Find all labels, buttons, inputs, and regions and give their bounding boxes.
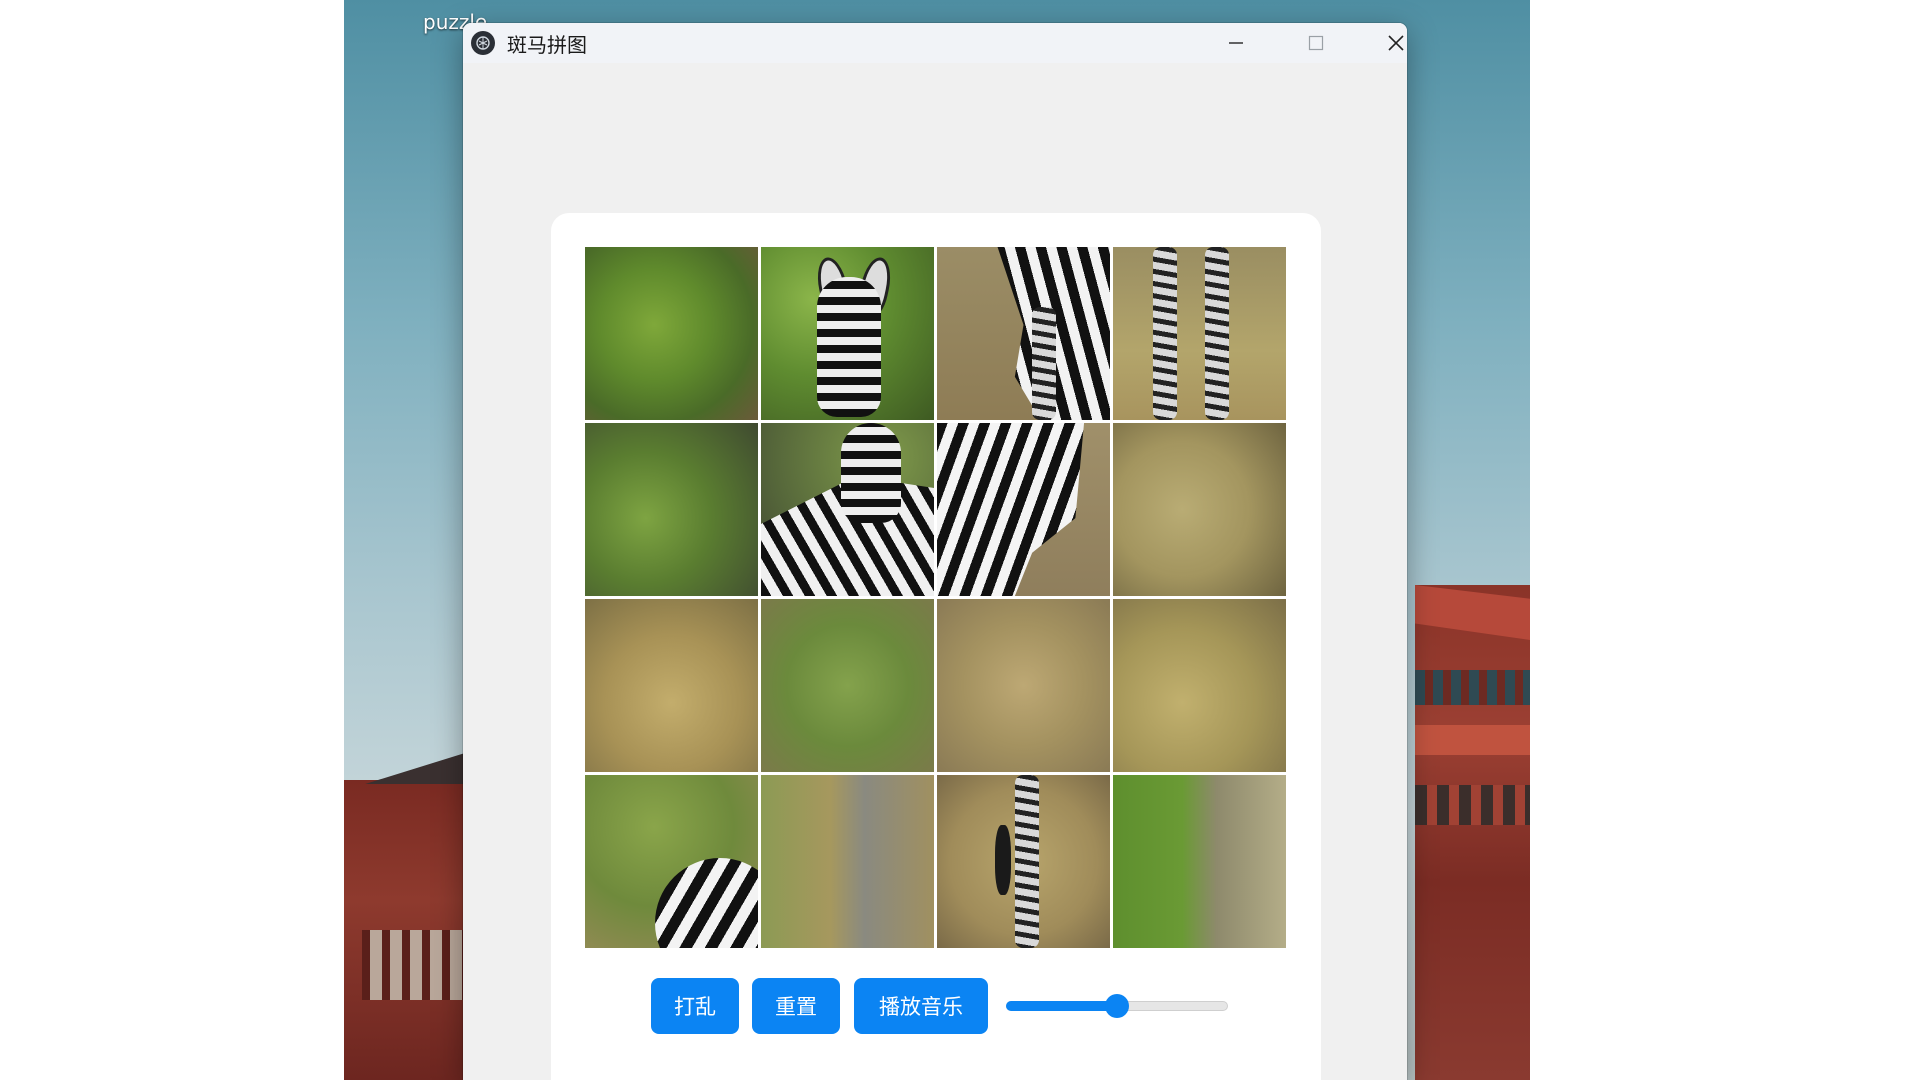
minimize-icon (1229, 42, 1243, 44)
play-music-button[interactable]: 播放音乐 (854, 978, 988, 1034)
volume-slider-fill (1006, 1001, 1117, 1011)
volume-slider[interactable] (1006, 994, 1228, 1018)
puzzle-tile[interactable] (1113, 247, 1286, 420)
close-button[interactable] (1361, 23, 1407, 63)
puzzle-tile[interactable] (937, 423, 1110, 596)
window-title: 斑马拼图 (507, 32, 587, 57)
puzzle-card: 打乱 重置 播放音乐 (551, 213, 1321, 1080)
controls-bar: 打乱 重置 播放音乐 (551, 978, 1321, 1038)
puzzle-tile[interactable] (937, 247, 1110, 420)
maximize-button[interactable] (1281, 23, 1351, 63)
puzzle-tile[interactable] (585, 775, 758, 948)
close-icon (1388, 35, 1404, 51)
wallpaper-building-right (1415, 585, 1530, 1080)
puzzle-tile[interactable] (585, 423, 758, 596)
puzzle-tile[interactable] (761, 599, 934, 772)
reset-button[interactable]: 重置 (752, 978, 840, 1034)
puzzle-tile[interactable] (761, 775, 934, 948)
maximize-icon (1308, 35, 1324, 51)
puzzle-tile[interactable] (761, 423, 934, 596)
puzzle-tile[interactable] (937, 775, 1110, 948)
puzzle-board (585, 247, 1287, 949)
puzzle-tile[interactable] (1113, 775, 1286, 948)
puzzle-tile[interactable] (585, 599, 758, 772)
minimize-button[interactable] (1201, 23, 1271, 63)
puzzle-tile[interactable] (937, 599, 1110, 772)
volume-slider-thumb[interactable] (1105, 994, 1129, 1018)
app-icon (471, 31, 495, 55)
puzzle-tile[interactable] (1113, 599, 1286, 772)
shuffle-button[interactable]: 打乱 (651, 978, 739, 1034)
puzzle-tile[interactable] (1113, 423, 1286, 596)
puzzle-tile[interactable] (585, 247, 758, 420)
puzzle-tile[interactable] (761, 247, 934, 420)
title-bar[interactable]: 斑马拼图 (463, 23, 1407, 63)
app-window: 斑马拼图 打乱 重置 播放音乐 (463, 23, 1407, 1080)
